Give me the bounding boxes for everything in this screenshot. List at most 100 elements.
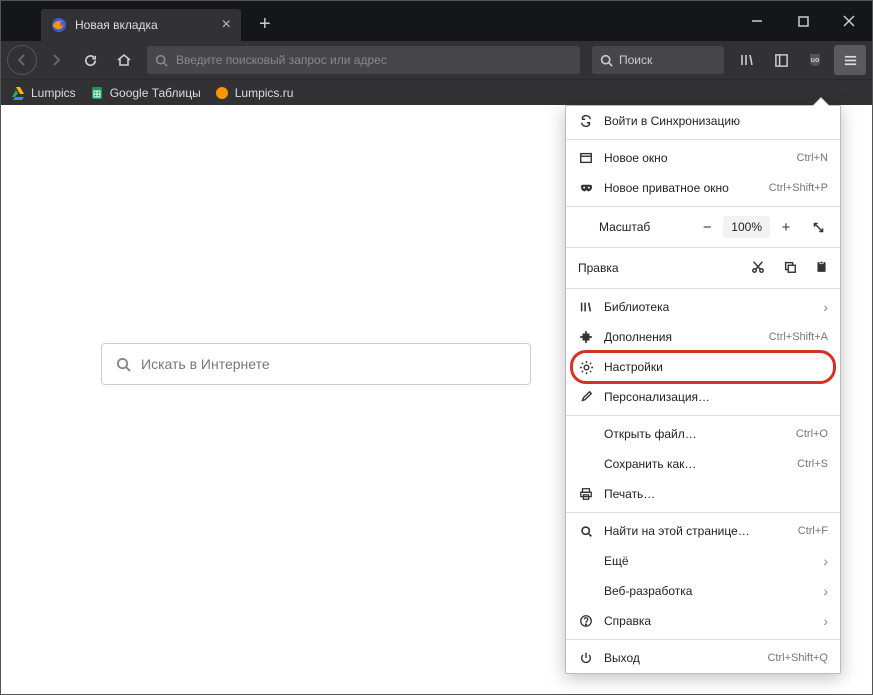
separator bbox=[566, 206, 840, 207]
web-search-input[interactable]: Искать в Интернете bbox=[101, 343, 531, 385]
menu-label: Войти в Синхронизацию bbox=[604, 114, 828, 128]
chevron-right-icon: › bbox=[823, 613, 828, 629]
sheets-icon bbox=[90, 86, 104, 100]
firefox-icon bbox=[51, 17, 67, 33]
separator bbox=[566, 639, 840, 640]
separator bbox=[566, 139, 840, 140]
svg-text:uo: uo bbox=[811, 57, 820, 64]
bookmark-item[interactable]: Lumpics.ru bbox=[215, 86, 294, 100]
window-controls bbox=[734, 1, 872, 41]
menu-find[interactable]: Найти на этой странице… Ctrl+F bbox=[566, 516, 840, 546]
menu-label: Новое приватное окно bbox=[604, 181, 769, 195]
titlebar: Новая вкладка × + bbox=[1, 1, 872, 41]
shortcut: Ctrl+Shift+A bbox=[769, 331, 828, 343]
search-icon bbox=[578, 525, 594, 538]
url-bar[interactable]: Введите поисковый запрос или адрес bbox=[147, 46, 580, 74]
menu-library[interactable]: Библиотека › bbox=[566, 292, 840, 322]
menu-label: Персонализация… bbox=[604, 390, 828, 404]
library-icon bbox=[578, 300, 594, 314]
menu-more[interactable]: Ещё › bbox=[566, 546, 840, 576]
menu-label: Новое окно bbox=[604, 151, 797, 165]
menu-label: Веб-разработка bbox=[604, 584, 823, 598]
bookmark-item[interactable]: Lumpics bbox=[11, 86, 76, 100]
shortcut: Ctrl+O bbox=[796, 428, 828, 440]
back-button[interactable] bbox=[7, 45, 37, 75]
menu-zoom-row: Масштаб − 100% + bbox=[566, 210, 840, 244]
menu-label: Открыть файл… bbox=[604, 427, 796, 441]
help-icon bbox=[578, 614, 594, 628]
print-icon bbox=[578, 487, 594, 501]
paintbrush-icon bbox=[578, 390, 594, 404]
fullscreen-button[interactable] bbox=[802, 213, 834, 241]
menu-edit-row: Правка bbox=[566, 251, 840, 285]
menu-label: Настройки bbox=[604, 360, 828, 374]
menu-arrow bbox=[812, 98, 830, 107]
menu-print[interactable]: Печать… bbox=[566, 479, 840, 509]
menu-settings[interactable]: Настройки bbox=[566, 352, 840, 382]
chevron-right-icon: › bbox=[823, 553, 828, 569]
shortcut: Ctrl+Shift+P bbox=[769, 182, 828, 194]
minimize-button[interactable] bbox=[734, 1, 780, 41]
home-button[interactable] bbox=[109, 45, 139, 75]
bookmark-label: Google Таблицы bbox=[110, 86, 201, 100]
paste-button[interactable] bbox=[815, 260, 828, 277]
zoom-out-button[interactable]: − bbox=[691, 213, 723, 241]
chevron-right-icon: › bbox=[823, 583, 828, 599]
menu-exit[interactable]: Выход Ctrl+Shift+Q bbox=[566, 643, 840, 673]
bookmark-item[interactable]: Google Таблицы bbox=[90, 86, 201, 100]
menu-label: Печать… bbox=[604, 487, 828, 501]
menu-save-as[interactable]: Сохранить как… Ctrl+S bbox=[566, 449, 840, 479]
menu-addons[interactable]: Дополнения Ctrl+Shift+A bbox=[566, 322, 840, 352]
drive-icon bbox=[11, 86, 25, 100]
search-icon bbox=[155, 54, 168, 67]
copy-button[interactable] bbox=[783, 260, 797, 277]
menu-webdev[interactable]: Веб-разработка › bbox=[566, 576, 840, 606]
window-icon bbox=[578, 151, 594, 165]
site-icon bbox=[215, 86, 229, 100]
sync-icon bbox=[578, 114, 594, 128]
bookmark-label: Lumpics.ru bbox=[235, 86, 294, 100]
menu-new-private[interactable]: Новое приватное окно Ctrl+Shift+P bbox=[566, 173, 840, 203]
puzzle-icon bbox=[578, 330, 594, 344]
ublock-icon[interactable]: uo bbox=[800, 45, 830, 75]
separator bbox=[566, 415, 840, 416]
sidebar-icon[interactable] bbox=[766, 45, 796, 75]
tab-active[interactable]: Новая вкладка × bbox=[41, 9, 241, 41]
menu-signin[interactable]: Войти в Синхронизацию bbox=[566, 106, 840, 136]
shortcut: Ctrl+N bbox=[797, 152, 828, 164]
menu-open-file[interactable]: Открыть файл… Ctrl+O bbox=[566, 419, 840, 449]
search-placeholder: Искать в Интернете bbox=[141, 356, 270, 372]
menu-help[interactable]: Справка › bbox=[566, 606, 840, 636]
maximize-button[interactable] bbox=[780, 1, 826, 41]
mask-icon bbox=[578, 181, 594, 196]
shortcut: Ctrl+F bbox=[798, 525, 828, 537]
forward-button[interactable] bbox=[41, 45, 71, 75]
menu-new-window[interactable]: Новое окно Ctrl+N bbox=[566, 143, 840, 173]
bookmark-label: Lumpics bbox=[31, 86, 76, 100]
search-placeholder: Поиск bbox=[619, 53, 652, 67]
search-icon bbox=[600, 54, 613, 67]
gear-icon bbox=[578, 360, 594, 375]
tab-title: Новая вкладка bbox=[75, 18, 158, 32]
power-icon bbox=[578, 651, 594, 665]
bookmarks-bar: Lumpics Google Таблицы Lumpics.ru bbox=[1, 79, 872, 105]
close-window-button[interactable] bbox=[826, 1, 872, 41]
menu-customize[interactable]: Персонализация… bbox=[566, 382, 840, 412]
reload-button[interactable] bbox=[75, 45, 105, 75]
menu-label: Найти на этой странице… bbox=[604, 524, 798, 538]
search-bar[interactable]: Поиск bbox=[592, 46, 724, 74]
zoom-label: Масштаб bbox=[578, 220, 691, 234]
edit-label: Правка bbox=[578, 261, 751, 275]
separator bbox=[566, 288, 840, 289]
new-tab-button[interactable]: + bbox=[259, 13, 271, 36]
cut-button[interactable] bbox=[751, 260, 765, 277]
toolbar: Введите поисковый запрос или адрес Поиск… bbox=[1, 41, 872, 79]
zoom-in-button[interactable]: + bbox=[770, 213, 802, 241]
url-placeholder: Введите поисковый запрос или адрес bbox=[176, 53, 387, 67]
library-icon[interactable] bbox=[732, 45, 762, 75]
menu-label: Выход bbox=[604, 651, 767, 665]
separator bbox=[566, 512, 840, 513]
close-icon[interactable]: × bbox=[222, 16, 231, 34]
hamburger-menu-button[interactable] bbox=[834, 45, 866, 75]
menu-label: Справка bbox=[604, 614, 823, 628]
